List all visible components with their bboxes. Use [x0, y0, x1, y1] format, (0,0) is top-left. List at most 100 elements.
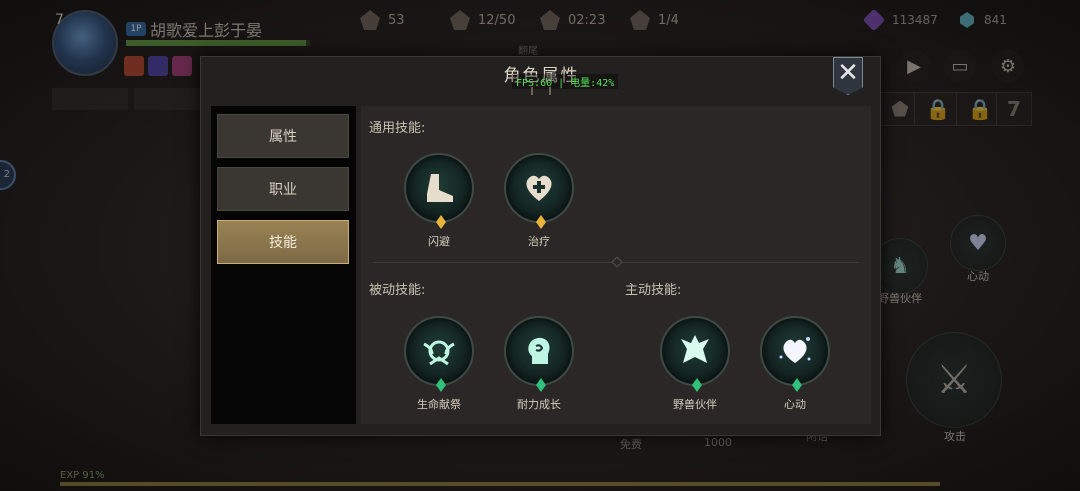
- skill-heartbeat-label: 心动: [784, 398, 806, 411]
- screen-button[interactable]: ▭: [944, 50, 976, 82]
- skill-beast-companion[interactable]: 野兽伙伴: [655, 316, 735, 412]
- tab-nav-panel: 属性 职业 技能: [211, 106, 356, 424]
- skull-icon: [630, 10, 650, 30]
- green-gem-icon: [692, 378, 702, 392]
- exp-label: EXP 91%: [60, 470, 105, 481]
- life-sacrifice-icon: [423, 340, 455, 366]
- skill-life-sacrifice-circle: [404, 316, 474, 392]
- heal-heart-icon: [526, 175, 552, 201]
- gem-currency: 113487: [862, 8, 938, 32]
- tab-skills-label: 技能: [269, 235, 297, 251]
- heart-pulse-icon: [450, 10, 470, 30]
- crossed-swords-icon: [540, 10, 560, 30]
- locked-slot-1[interactable]: 🔒: [914, 92, 962, 126]
- attack-label: 攻击: [944, 430, 966, 443]
- green-gem-icon: [436, 378, 446, 392]
- boot-icon: [427, 174, 453, 202]
- skill-heal[interactable]: 治疗: [499, 153, 579, 249]
- hp-bar: [126, 40, 310, 46]
- play-button[interactable]: ▶: [898, 50, 930, 82]
- gem-icon: [862, 8, 886, 32]
- skills-content-panel: 通用技能: 闪避 治疗 被动技能: 主动技能: 生命献祭 耐力成长 野兽伙伴 心…: [361, 106, 871, 424]
- shield-icon: ⬟: [891, 97, 909, 121]
- settings-button[interactable]: ⚙: [992, 50, 1024, 82]
- player-slot-badge: 1P: [126, 22, 146, 36]
- skill-life-sacrifice[interactable]: 生命献祭: [399, 316, 479, 412]
- skill-stamina-growth-circle: [504, 316, 574, 392]
- divider-ornament: [611, 256, 623, 268]
- skill-heartbeat-circle: [760, 316, 830, 392]
- close-button[interactable]: ✕: [833, 57, 863, 95]
- active-skills-title: 主动技能:: [625, 283, 682, 298]
- stat-health-value: 12/50: [478, 12, 516, 28]
- hud-left-tab-2[interactable]: [134, 88, 210, 110]
- buff-heart-icon[interactable]: [172, 56, 192, 76]
- close-icon: ✕: [837, 58, 859, 88]
- gem-count: 113487: [892, 13, 938, 27]
- skill-beast-companion-label: 野兽伙伴: [673, 398, 717, 411]
- screen-icon: ▭: [951, 55, 969, 77]
- skill-dodge[interactable]: 闪避: [399, 153, 479, 249]
- general-skills-title: 通用技能:: [369, 121, 426, 136]
- number-slot[interactable]: 7: [996, 92, 1032, 126]
- lock-icon: 🔒: [925, 97, 951, 121]
- green-gem-icon: [536, 378, 546, 392]
- price-label: 1000: [704, 436, 732, 449]
- skill-dodge-label: 闪避: [428, 235, 450, 248]
- skill-heartbeat[interactable]: 心动: [755, 316, 835, 412]
- buff-icon-1[interactable]: [124, 56, 144, 76]
- event-banner: 翻尾: [518, 46, 538, 57]
- exp-bar: [60, 482, 940, 486]
- play-icon: ▶: [907, 55, 921, 77]
- stat-timer-value: 02:23: [568, 12, 606, 28]
- tab-class-label: 职业: [269, 182, 297, 198]
- skill-dodge-circle: [404, 153, 474, 229]
- tab-skills[interactable]: 技能: [217, 220, 349, 264]
- side-counter[interactable]: 2: [0, 160, 16, 190]
- gold-gem-icon: [436, 215, 446, 229]
- skill-stamina-growth-label: 耐力成长: [517, 398, 561, 411]
- crystal-count: 841: [984, 13, 1007, 27]
- fist-icon: [360, 10, 380, 30]
- stat-kills: 1/4: [630, 10, 679, 30]
- right-skill-heart-label: 心动: [967, 270, 989, 283]
- stat-health: 12/50: [450, 10, 515, 30]
- skill-life-sacrifice-label: 生命献祭: [417, 398, 461, 411]
- number-seven-label: 7: [1007, 97, 1021, 121]
- player-level: 7: [55, 12, 64, 28]
- tab-attributes-label: 属性: [269, 129, 297, 145]
- fps-overlay: FPS:60 | 电量:42%: [512, 74, 619, 89]
- title-ornament: [531, 87, 551, 95]
- stat-power-value: 53: [388, 12, 405, 28]
- skill-beast-companion-circle: [660, 316, 730, 392]
- lock-icon: 🔒: [967, 97, 993, 121]
- gear-icon: ⚙: [999, 55, 1017, 77]
- skill-heal-circle: [504, 153, 574, 229]
- stat-timer: 02:23: [540, 10, 605, 30]
- buff-icon-2[interactable]: [148, 56, 168, 76]
- sparkle-heart-icon: [779, 337, 811, 363]
- stat-power: 53: [360, 10, 405, 30]
- free-label: 免费: [620, 438, 642, 451]
- green-gem-icon: [792, 378, 802, 392]
- right-skill-heart[interactable]: ♥: [950, 215, 1006, 271]
- stat-kills-value: 1/4: [658, 12, 679, 28]
- hud-left-tab-1[interactable]: [52, 88, 128, 110]
- crystal-icon: [960, 12, 974, 28]
- tab-class[interactable]: 职业: [217, 167, 349, 211]
- player-name: 胡歌爱上彭于晏: [150, 21, 263, 40]
- skill-stamina-growth[interactable]: 耐力成长: [499, 316, 579, 412]
- crystal-currency: 841: [960, 12, 1007, 28]
- sword-icon: ⚔: [936, 357, 972, 403]
- character-attributes-modal: 角色属性 FPS:60 | 电量:42% ✕ 属性 职业 技能 通用技能: 闪避…: [200, 56, 881, 436]
- stamina-head-icon: [528, 337, 550, 364]
- gold-gem-icon: [536, 215, 546, 229]
- hp-bar-fill: [126, 40, 307, 46]
- tab-attributes[interactable]: 属性: [217, 114, 349, 158]
- skill-heal-label: 治疗: [528, 235, 550, 248]
- sparkle-heart-icon: ♥: [968, 230, 988, 256]
- wolf-icon: [681, 335, 709, 363]
- passive-skills-title: 被动技能:: [369, 283, 426, 298]
- attack-button[interactable]: ⚔: [906, 332, 1002, 428]
- wolf-icon: ♞: [890, 253, 910, 279]
